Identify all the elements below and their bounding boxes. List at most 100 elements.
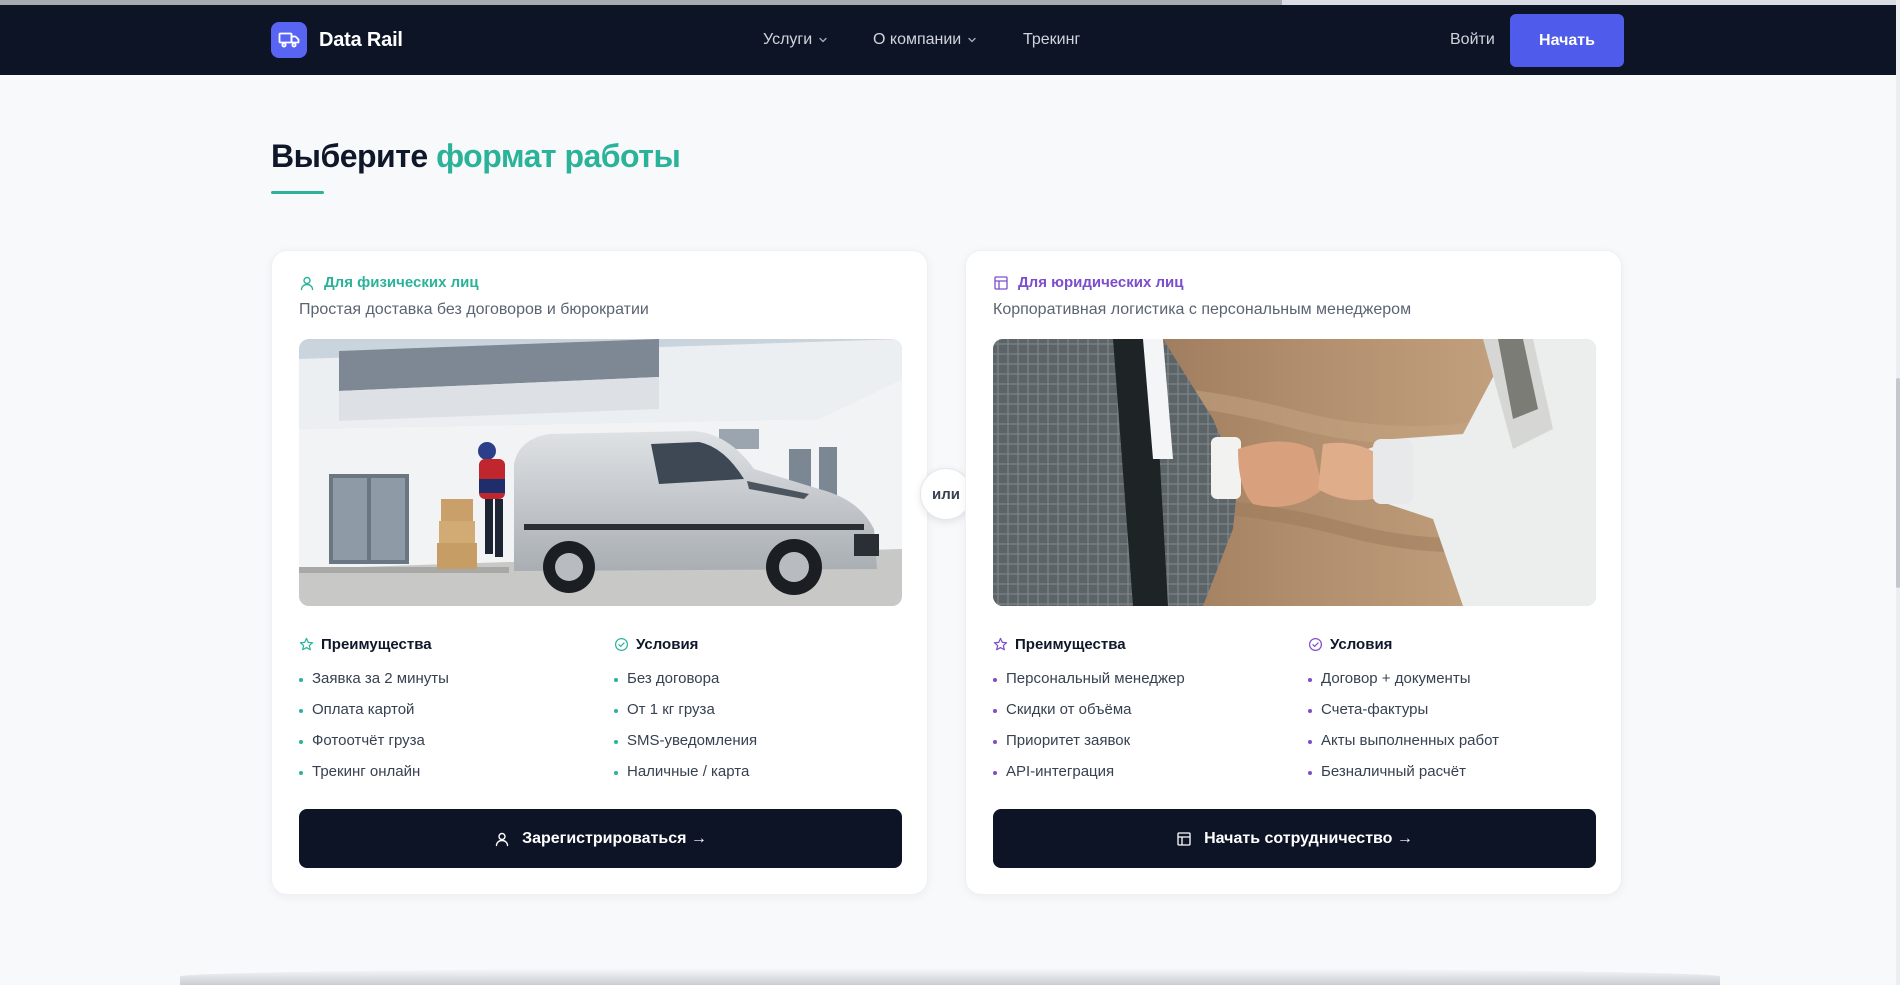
list-item-text: Приоритет заявок [1006,732,1131,749]
user-icon [300,276,314,290]
start-button[interactable]: Начать [1510,14,1624,67]
title-underline [271,191,324,194]
conditions-title: Условия [1308,636,1499,653]
list-item: Оплата картой [299,700,449,731]
benefits-list: Заявка за 2 минуты Оплата картой Фотоотч… [299,669,449,793]
building-icon [994,275,1008,290]
card-subtitle: Простая доставка без договоров и бюрокра… [299,301,649,318]
list-item-text: Трекинг онлайн [312,763,421,780]
list-item: От 1 кг груза [614,700,757,731]
list-item-text: Договор + документы [1321,670,1471,687]
conditions-title-label: Условия [636,636,699,653]
list-item-text: Персональный менеджер [1006,670,1185,687]
nav-about-label: О компании [873,31,962,48]
benefits-title-label: Преимущества [1015,636,1126,653]
bullet [299,678,303,682]
list-item-text: API-интеграция [1006,763,1115,780]
page-title: Выберите формат работы [271,138,681,175]
bullet [993,709,997,713]
benefits-list: Персональный менеджер Скидки от объёма П… [993,669,1185,793]
delivery-van-photo [299,339,902,606]
next-section-edge [180,968,1720,985]
partnership-button[interactable]: Начать сотрудничество → [993,809,1596,868]
check-circle-icon [1308,637,1323,652]
bullet [993,678,997,682]
list-item-text: Заявка за 2 минуты [312,670,449,687]
benefits-column: Преимущества Заявка за 2 минуты Оплата к… [299,636,449,793]
bullet [1308,740,1312,744]
chevron-down-icon [819,37,827,43]
nav-services[interactable]: Услуги [763,31,828,49]
list-item: SMS-уведомления [614,731,757,762]
bullet [993,740,997,744]
bullet [299,771,303,775]
nav-about[interactable]: О компании [873,31,977,49]
bullet [614,771,618,775]
conditions-column: Условия Без договора От 1 кг груза SMS-у… [614,636,757,793]
list-item-text: Оплата картой [312,701,415,718]
list-item-text: SMS-уведомления [627,732,758,749]
scrollbar-thumb[interactable] [1896,378,1900,588]
conditions-list: Без договора От 1 кг груза SMS-уведомлен… [614,669,757,793]
individuals-card: Для физических лиц Простая доставка без … [271,250,928,895]
brand-name: Data Rail [319,28,403,51]
list-item: Наличные / карта [614,762,757,793]
list-item: Договор + документы [1308,669,1499,700]
page-title-main: Выберите [271,138,428,174]
benefits-title: Преимущества [993,636,1185,653]
list-item: Фотоотчёт груза [299,731,449,762]
benefits-title-label: Преимущества [321,636,432,653]
handshake-photo [993,339,1596,606]
list-item: Персональный менеджер [993,669,1185,700]
building-icon [1177,831,1191,846]
bullet [993,771,997,775]
nav-tracking[interactable]: Трекинг [1023,31,1080,49]
list-item: Скидки от объёма [993,700,1185,731]
star-icon [993,637,1008,651]
bullet [614,740,618,744]
user-icon [495,832,509,846]
bullet [299,709,303,713]
conditions-column: Условия Договор + документы Счета-фактур… [1308,636,1499,793]
list-item: Трекинг онлайн [299,762,449,793]
nav-tracking-label: Трекинг [1023,31,1081,48]
list-item: Приоритет заявок [993,731,1185,762]
bullet [614,678,618,682]
login-link[interactable]: Войти [1450,31,1495,49]
card-badge-label: Для юридических лиц [1018,274,1184,291]
bullet [299,740,303,744]
register-button-label: Зарегистрироваться → [522,829,707,847]
benefits-column: Преимущества Персональный менеджер Скидк… [993,636,1185,793]
brand-logo[interactable]: Data Rail [271,22,403,58]
list-item-text: Фотоотчёт груза [312,732,425,749]
bullet [1308,709,1312,713]
partnership-button-label: Начать сотрудничество → [1204,829,1413,847]
chevron-down-icon [968,37,976,43]
card-subtitle: Корпоративная логистика с персональным м… [993,301,1412,318]
nav-services-label: Услуги [763,31,813,48]
card-badge: Для физических лиц [299,274,479,291]
list-item-text: Счета-фактуры [1321,701,1429,718]
companies-card: Для юридических лиц Корпоративная логист… [965,250,1622,895]
register-button[interactable]: Зарегистрироваться → [299,809,902,868]
bullet [1308,678,1312,682]
list-item-text: От 1 кг груза [627,701,715,718]
list-item: Акты выполненных работ [1308,731,1499,762]
conditions-title-label: Условия [1330,636,1393,653]
list-item-text: Скидки от объёма [1006,701,1132,718]
bullet [1308,771,1312,775]
truck-icon [271,22,307,58]
card-badge-label: Для физических лиц [324,274,479,291]
card-badge: Для юридических лиц [993,274,1183,291]
list-item: Безналичный расчёт [1308,762,1499,793]
benefits-title: Преимущества [299,636,449,653]
list-item-text: Наличные / карта [627,763,750,780]
conditions-title: Условия [614,636,757,653]
star-icon [299,637,314,651]
list-item-text: Безналичный расчёт [1321,763,1466,780]
list-item: Без договора [614,669,757,700]
page-scrollbar[interactable] [1896,0,1900,985]
conditions-list: Договор + документы Счета-фактуры Акты в… [1308,669,1499,793]
list-item-text: Без договора [627,670,720,687]
page-title-accent: формат работы [436,138,681,174]
